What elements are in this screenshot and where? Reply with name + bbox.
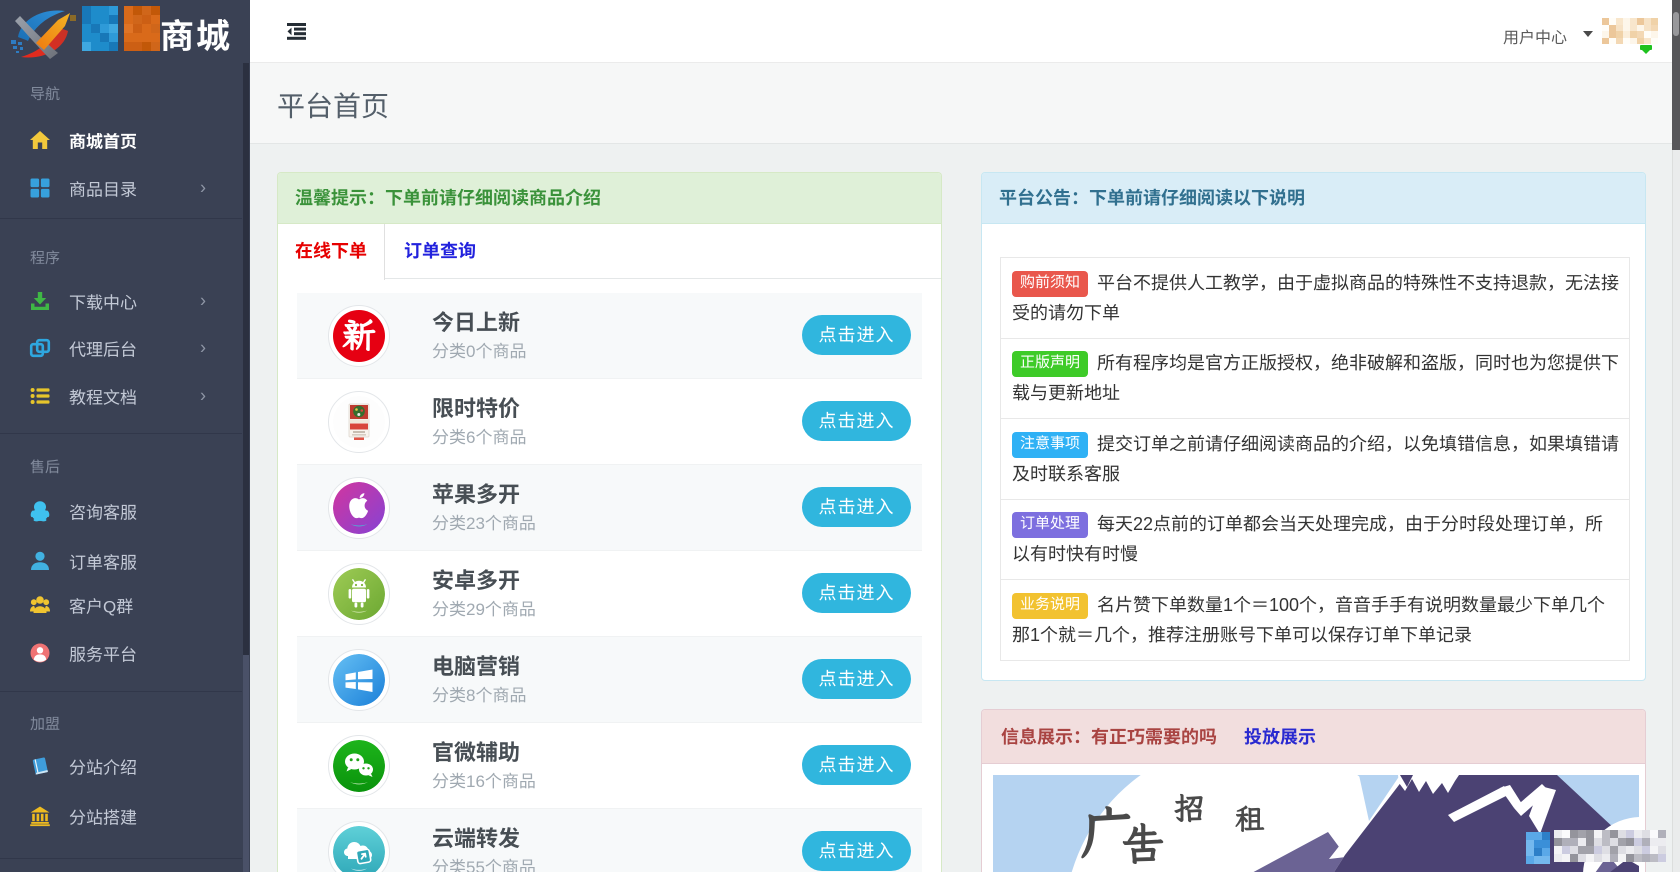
svg-text:招: 招 bbox=[1174, 787, 1205, 828]
svg-text:告: 告 bbox=[1121, 814, 1165, 872]
svg-text:租: 租 bbox=[1235, 800, 1265, 838]
